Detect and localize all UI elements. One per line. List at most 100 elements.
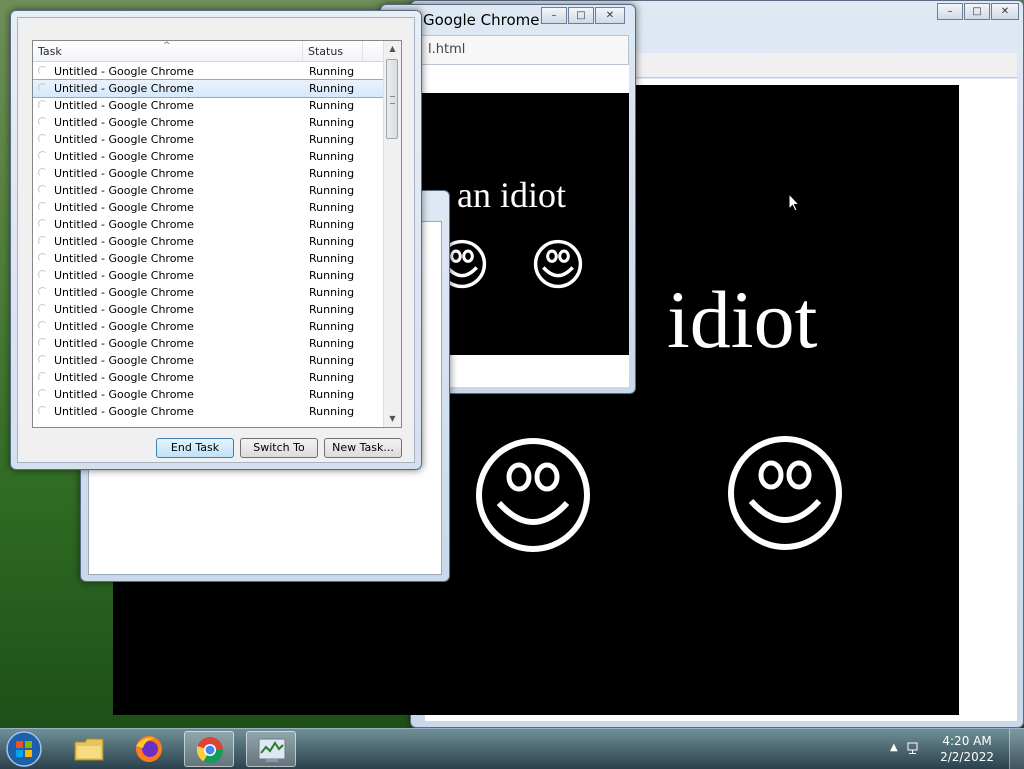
- loading-spinner-icon: [38, 100, 47, 109]
- task-manager-window[interactable]: Task ^ Status Untitled - Google Chrome Ru…: [10, 10, 422, 470]
- task-name: Untitled - Google Chrome: [54, 82, 194, 95]
- scroll-up-arrow-icon[interactable]: ▲: [384, 41, 401, 57]
- network-icon[interactable]: [906, 741, 922, 757]
- task-name: Untitled - Google Chrome: [54, 201, 194, 214]
- scrollbar-thumb[interactable]: [386, 59, 398, 139]
- taskbar-file-explorer[interactable]: [64, 731, 114, 767]
- table-row[interactable]: Untitled - Google Chrome Running: [33, 352, 383, 369]
- loading-spinner-icon: [38, 321, 47, 330]
- table-row[interactable]: Untitled - Google Chrome Running: [33, 216, 383, 233]
- task-status: Running: [309, 354, 355, 367]
- task-status: Running: [309, 167, 355, 180]
- table-row[interactable]: Untitled - Google Chrome Running: [33, 63, 383, 80]
- loading-spinner-icon: [38, 83, 47, 92]
- table-row[interactable]: Untitled - Google Chrome Running: [33, 199, 383, 216]
- close-button[interactable]: ✕: [991, 3, 1019, 20]
- loading-spinner-icon: [38, 355, 47, 364]
- switch-to-button[interactable]: Switch To: [240, 438, 318, 458]
- task-status: Running: [309, 320, 355, 333]
- loading-spinner-icon: [38, 389, 47, 398]
- minimize-button[interactable]: –: [541, 7, 567, 24]
- loading-spinner-icon: [38, 304, 47, 313]
- task-name: Untitled - Google Chrome: [54, 99, 194, 112]
- an-idiot-text: an idiot: [457, 175, 566, 215]
- task-name: Untitled - Google Chrome: [54, 405, 194, 418]
- task-status: Running: [309, 303, 355, 316]
- task-status: Running: [309, 371, 355, 384]
- column-header-status[interactable]: Status: [303, 41, 363, 61]
- task-status: Running: [309, 405, 355, 418]
- loading-spinner-icon: [38, 406, 47, 415]
- loading-spinner-icon: [38, 151, 47, 160]
- loading-spinner-icon: [38, 202, 47, 211]
- applications-tab-panel: Task ^ Status Untitled - Google Chrome Ru…: [17, 17, 415, 463]
- show-hidden-icons-icon[interactable]: ▲: [890, 742, 898, 753]
- taskbar-chrome[interactable]: [184, 731, 234, 767]
- task-status: Running: [309, 286, 355, 299]
- loading-spinner-icon: [38, 236, 47, 245]
- browser-tab[interactable]: l.html: [387, 35, 629, 65]
- table-row[interactable]: Untitled - Google Chrome Running: [33, 335, 383, 352]
- loading-spinner-icon: [38, 219, 47, 228]
- table-row[interactable]: Untitled - Google Chrome Running: [33, 284, 383, 301]
- table-row[interactable]: Untitled - Google Chrome Running: [33, 182, 383, 199]
- table-row[interactable]: Untitled - Google Chrome Running: [33, 79, 384, 98]
- task-status: Running: [309, 388, 355, 401]
- new-task-button[interactable]: New Task...: [324, 438, 402, 458]
- minimize-button[interactable]: –: [937, 3, 963, 20]
- table-row[interactable]: Untitled - Google Chrome Running: [33, 369, 383, 386]
- sort-ascending-icon: ^: [163, 41, 171, 51]
- maximize-button[interactable]: □: [964, 3, 990, 20]
- taskbar-task-manager[interactable]: [246, 731, 296, 767]
- table-row[interactable]: Untitled - Google Chrome Running: [33, 165, 383, 182]
- table-row[interactable]: Untitled - Google Chrome Running: [33, 233, 383, 250]
- table-row[interactable]: Untitled - Google Chrome Running: [33, 250, 383, 267]
- task-name: Untitled - Google Chrome: [54, 371, 194, 384]
- task-status: Running: [309, 235, 355, 248]
- task-name: Untitled - Google Chrome: [54, 354, 194, 367]
- firefox-icon: [136, 736, 162, 762]
- idiot-text: idiot: [667, 274, 818, 365]
- column-header-status-label: Status: [308, 45, 344, 58]
- maximize-button[interactable]: □: [568, 7, 594, 24]
- system-tray: ▲ 4:20 AM 2/2/2022: [884, 729, 1024, 769]
- task-list-header: Task ^ Status: [33, 41, 383, 62]
- task-name: Untitled - Google Chrome: [54, 286, 194, 299]
- task-name: Untitled - Google Chrome: [54, 167, 194, 180]
- end-task-button[interactable]: End Task: [156, 438, 234, 458]
- table-row[interactable]: Untitled - Google Chrome Running: [33, 301, 383, 318]
- column-header-task-label: Task: [38, 45, 62, 58]
- scroll-down-arrow-icon[interactable]: ▼: [384, 411, 401, 427]
- start-button-icon[interactable]: [6, 731, 42, 767]
- task-status: Running: [309, 116, 355, 129]
- table-row[interactable]: Untitled - Google Chrome Running: [33, 318, 383, 335]
- task-status: Running: [309, 269, 355, 282]
- table-row[interactable]: Untitled - Google Chrome Running: [33, 131, 383, 148]
- file-explorer-icon: [74, 738, 104, 761]
- table-row[interactable]: Untitled - Google Chrome Running: [33, 148, 383, 165]
- close-button[interactable]: ✕: [595, 7, 625, 24]
- task-list[interactable]: Task ^ Status Untitled - Google Chrome Ru…: [32, 40, 402, 428]
- loading-spinner-icon: [38, 372, 47, 381]
- window-caption-buttons: – □ ✕: [541, 7, 625, 24]
- task-status: Running: [309, 150, 355, 163]
- table-row[interactable]: Untitled - Google Chrome Running: [33, 403, 383, 420]
- task-name: Untitled - Google Chrome: [54, 133, 194, 146]
- taskbar-firefox[interactable]: [124, 731, 174, 767]
- table-row[interactable]: Untitled - Google Chrome Running: [33, 267, 383, 284]
- clock-time: 4:20 AM: [942, 734, 992, 748]
- window-title: Google Chrome: [423, 11, 540, 29]
- smiley-face-icon: [728, 436, 842, 550]
- loading-spinner-icon: [38, 66, 47, 75]
- loading-spinner-icon: [38, 338, 47, 347]
- table-row[interactable]: Untitled - Google Chrome Running: [33, 97, 383, 114]
- loading-spinner-icon: [38, 117, 47, 126]
- task-list-rows: Untitled - Google Chrome Running Untitled …: [33, 63, 384, 420]
- show-desktop-button[interactable]: [1009, 729, 1024, 769]
- task-name: Untitled - Google Chrome: [54, 269, 194, 282]
- clock[interactable]: 4:20 AM 2/2/2022: [940, 733, 994, 765]
- table-row[interactable]: Untitled - Google Chrome Running: [33, 386, 383, 403]
- table-row[interactable]: Untitled - Google Chrome Running: [33, 114, 383, 131]
- vertical-scrollbar[interactable]: ▲ ▼: [383, 41, 401, 427]
- column-header-task[interactable]: Task ^: [33, 41, 303, 61]
